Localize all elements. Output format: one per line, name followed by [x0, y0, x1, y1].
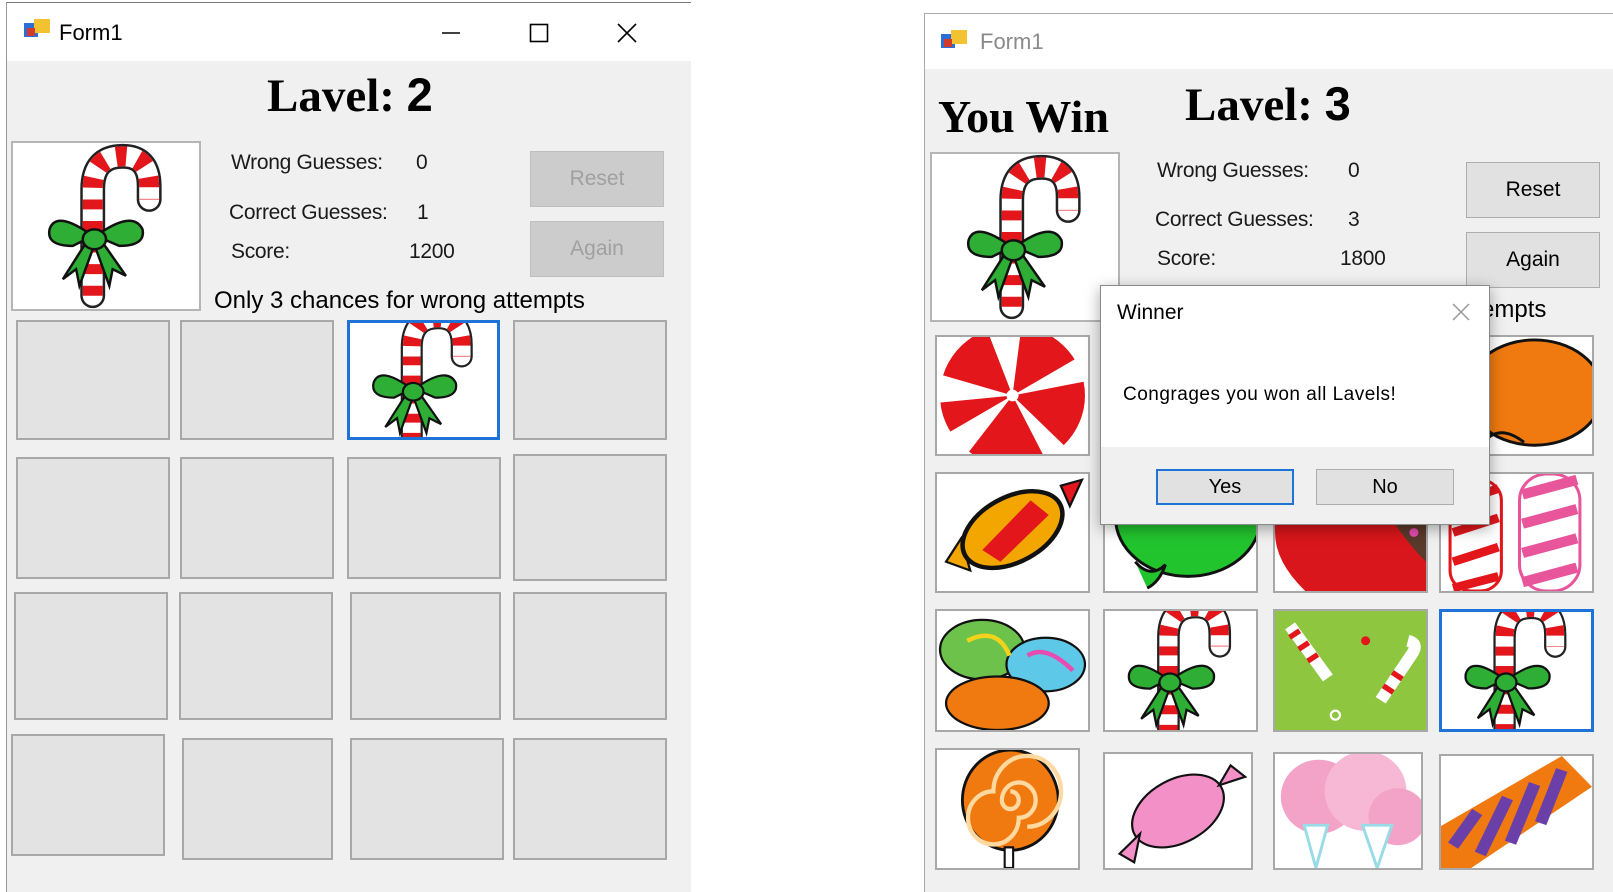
- level-heading: Lavel: 2: [267, 67, 433, 123]
- yes-button[interactable]: Yes: [1156, 469, 1294, 505]
- card-tile[interactable]: [14, 592, 168, 720]
- card-tile-cotton-candy[interactable]: [1273, 752, 1423, 870]
- right-titlebar[interactable]: Form1: [925, 14, 1613, 69]
- wrapped-candy-icon: [937, 474, 1088, 591]
- card-tile[interactable]: [11, 734, 165, 856]
- card-tile-wrapped-candy[interactable]: [935, 472, 1090, 593]
- score-value: 1200: [409, 240, 455, 263]
- pink-candy-icon: [1105, 754, 1251, 868]
- window-title: Form1: [980, 29, 1044, 54]
- again-button[interactable]: Again: [1466, 232, 1600, 288]
- correct-guesses-value: 3: [1348, 208, 1360, 231]
- level-value: 3: [1324, 77, 1351, 130]
- reset-button[interactable]: Reset: [530, 151, 664, 207]
- score-value: 1800: [1340, 247, 1386, 270]
- close-icon: [617, 23, 637, 43]
- wrong-guesses-value: 0: [1348, 159, 1360, 182]
- card-tile-revealed[interactable]: [347, 320, 500, 440]
- left-titlebar[interactable]: Form1: [7, 3, 691, 61]
- left-form-window: Form1 Lavel: 2 Wrong Guesses: 0 Correct …: [6, 2, 691, 892]
- close-button[interactable]: [607, 13, 647, 53]
- card-tile[interactable]: [513, 454, 667, 581]
- winner-dialog: Winner Congrages you won all Lavels! Yes…: [1100, 285, 1490, 525]
- card-tile-candy-cane-pattern[interactable]: [1273, 609, 1428, 732]
- candy-cane-pattern-icon: [1275, 611, 1426, 730]
- you-win-text: You Win: [938, 91, 1109, 142]
- card-tile[interactable]: [513, 592, 667, 720]
- dialog-title: Winner: [1117, 301, 1184, 324]
- candy-cane-icon: [1105, 611, 1256, 730]
- chances-message: Only 3 chances for wrong attempts: [214, 287, 585, 314]
- card-tile[interactable]: [180, 457, 334, 579]
- card-tile[interactable]: [179, 592, 333, 720]
- card-tile[interactable]: [513, 738, 667, 860]
- card-tile-purple-stripe-candy[interactable]: [1439, 754, 1594, 870]
- preview-picture: [11, 141, 201, 311]
- card-tile[interactable]: [350, 738, 504, 860]
- candy-cane-icon: [13, 143, 199, 309]
- candy-cane-icon: [932, 154, 1118, 320]
- app-icon: [941, 30, 967, 48]
- purple-stripe-candy-icon: [1441, 756, 1592, 868]
- preview-picture: [930, 152, 1120, 322]
- correct-guesses-label: Correct Guesses:: [1155, 208, 1314, 231]
- dialog-close-button[interactable]: [1441, 292, 1481, 332]
- card-tile-pink-candy[interactable]: [1103, 752, 1253, 870]
- wrong-guesses-label: Wrong Guesses:: [231, 151, 383, 174]
- minimize-button[interactable]: [431, 13, 471, 53]
- candy-pile-icon: [937, 611, 1088, 730]
- card-tile-peppermint[interactable]: [935, 335, 1090, 456]
- lollipop-icon: [937, 750, 1078, 868]
- level-value: 2: [406, 68, 433, 121]
- card-tile[interactable]: [16, 457, 170, 579]
- cotton-candy-icon: [1275, 754, 1421, 868]
- card-tile[interactable]: [16, 320, 170, 440]
- candy-cane-icon: [1442, 612, 1591, 729]
- card-tile-lollipop[interactable]: [935, 748, 1080, 870]
- card-tile[interactable]: [347, 457, 501, 579]
- dialog-message: Congrages you won all Lavels!: [1123, 384, 1397, 405]
- correct-guesses-label: Correct Guesses:: [229, 201, 388, 224]
- level-label: Lavel:: [1185, 79, 1313, 131]
- again-button[interactable]: Again: [530, 221, 664, 277]
- level-label: Lavel:: [267, 70, 395, 122]
- reset-button[interactable]: Reset: [1466, 162, 1600, 218]
- no-button[interactable]: No: [1316, 469, 1454, 505]
- wrong-guesses-label: Wrong Guesses:: [1157, 159, 1309, 182]
- peppermint-icon: [937, 337, 1088, 454]
- card-tile-candy-pile[interactable]: [935, 609, 1090, 732]
- chances-message-partial: empts: [1481, 296, 1547, 323]
- correct-guesses-value: 1: [417, 201, 429, 224]
- candy-cane-icon: [350, 323, 497, 437]
- minimize-icon: [442, 32, 460, 34]
- maximize-icon: [529, 23, 549, 43]
- level-heading: Lavel: 3: [1185, 76, 1351, 132]
- card-tile[interactable]: [180, 320, 334, 440]
- dialog-footer: Yes No: [1101, 447, 1489, 524]
- score-label: Score:: [1157, 247, 1216, 270]
- card-tile-candy-cane[interactable]: [1103, 609, 1258, 732]
- window-title: Form1: [59, 20, 123, 45]
- card-tile[interactable]: [513, 320, 667, 440]
- card-tile[interactable]: [182, 738, 333, 860]
- wrong-guesses-value: 0: [416, 151, 428, 174]
- maximize-button[interactable]: [519, 13, 559, 53]
- close-icon: [1452, 303, 1470, 321]
- card-tile-candy-cane-selected[interactable]: [1439, 609, 1594, 732]
- app-icon: [24, 19, 50, 37]
- card-tile[interactable]: [350, 592, 501, 720]
- score-label: Score:: [231, 240, 290, 263]
